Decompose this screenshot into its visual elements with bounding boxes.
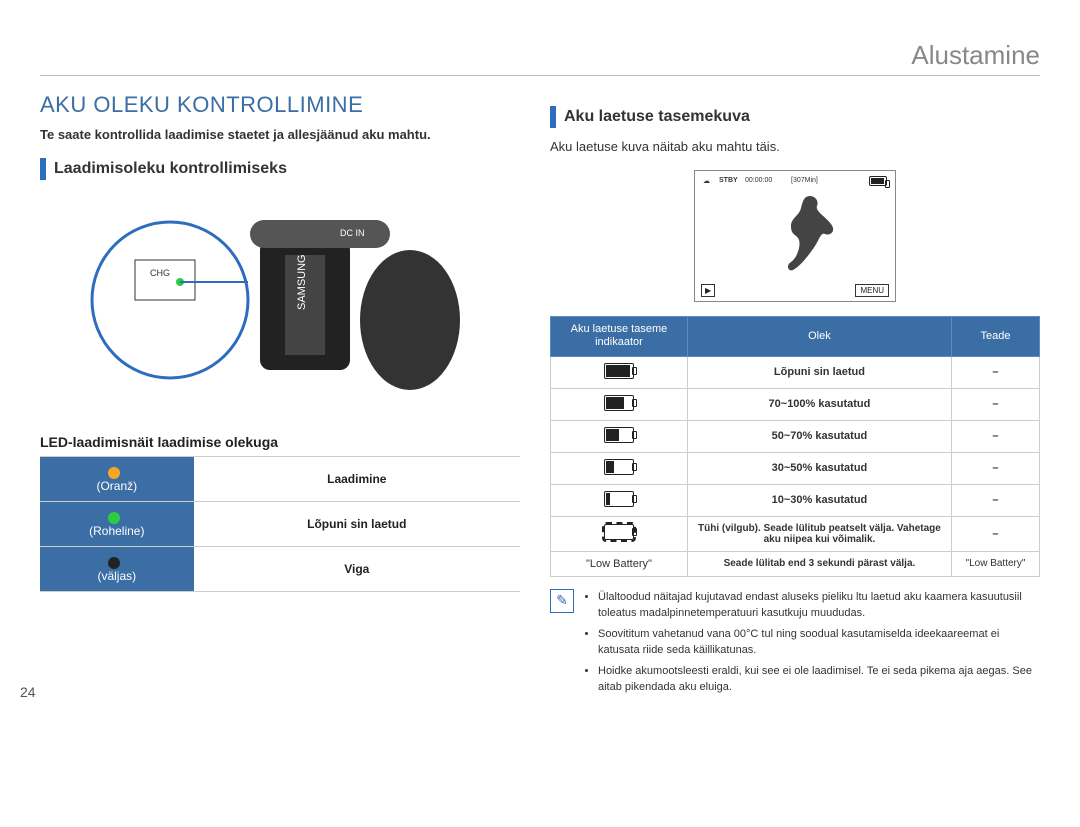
table-row: "Low Battery" Seade lülitab end 3 sekund… [551, 551, 1040, 576]
svg-text:CHG: CHG [150, 268, 170, 278]
chapter-heading: Alustamine [40, 40, 1040, 71]
intro-right: Aku laetuse kuva näitab aku mahtu täis. [550, 138, 1040, 156]
led-off-icon [108, 557, 120, 569]
sub-heading-left-label: Laadimisoleku kontrollimiseks [54, 160, 287, 178]
list-item: Hoidke akumootsleesti eraldi, kui see ei… [598, 663, 1040, 696]
battery-full-icon [604, 363, 634, 379]
th-status: Olek [687, 317, 951, 356]
led-caption: LED-laadimisnäit laadimise olekuga [40, 434, 520, 450]
table-row: (Roheline) Lõpuni sin laetud [40, 502, 520, 547]
battery-50-icon [604, 427, 634, 443]
led-table: (Oranž) Laadimine (Roheline) Lõpuni sin … [40, 457, 520, 592]
menu-button-label: MENU [855, 284, 889, 297]
table-row: 50~70% kasutatud – [551, 420, 1040, 452]
list-item: Ülaltoodud näitajad kujutavad endast alu… [598, 589, 1040, 622]
list-item: Soovititum vahetanud vana 00°C tul ning … [598, 626, 1040, 659]
th-indicator: Aku laetuse taseme indikaator [551, 317, 688, 356]
note-icon: ✎ [550, 589, 574, 613]
skater-silhouette-icon [785, 193, 855, 273]
battery-icon [869, 176, 887, 188]
th-msg: Teade [951, 317, 1039, 356]
table-row: 10~30% kasutatud – [551, 484, 1040, 516]
time-label: 00:00:00 [745, 177, 772, 184]
table-row: 70~100% kasutatud – [551, 388, 1040, 420]
page-title: AKU OLEKU KONTROLLIMINE [40, 92, 520, 118]
table-row: (väljas) Viga [40, 547, 520, 592]
cloud-icon: ☁ [703, 177, 710, 185]
heading-bar [40, 158, 46, 180]
stby-label: STBY [719, 177, 738, 184]
page-number: 24 [20, 684, 36, 700]
battery-30-icon [604, 459, 634, 475]
note-box: ✎ Ülaltoodud näitajad kujutavad endast a… [550, 589, 1040, 700]
battery-blink-icon [604, 524, 634, 540]
table-row: 30~50% kasutatud – [551, 452, 1040, 484]
divider [40, 75, 1040, 76]
lcd-screen-thumbnail: ☁ STBY 00:00:00 [307Min] ▶ MENU [694, 170, 896, 302]
led-status: Viga [194, 547, 520, 592]
table-row: Lõpuni sin laetud – [551, 356, 1040, 388]
note-list: Ülaltoodud näitajad kujutavad endast alu… [584, 589, 1040, 700]
svg-text:DC IN: DC IN [340, 228, 365, 238]
table-row: (Oranž) Laadimine [40, 457, 520, 502]
play-button-icon: ▶ [701, 284, 715, 297]
led-orange-icon [108, 467, 120, 479]
sub-heading-right: Aku laetuse tasemekuva [550, 106, 1040, 128]
battery-10-icon [604, 491, 634, 507]
led-status: Laadimine [194, 457, 520, 502]
svg-text:SAMSUNG: SAMSUNG [296, 255, 308, 311]
camera-diagram: CHG SAMSUNG DC IN [80, 190, 480, 420]
led-status: Lõpuni sin laetud [194, 502, 520, 547]
battery-70-icon [604, 395, 634, 411]
led-green-icon [108, 512, 120, 524]
sub-heading-left: Laadimisoleku kontrollimiseks [40, 158, 520, 180]
remain-label: [307Min] [791, 177, 818, 184]
table-row: Tühi (vilgub). Seade lülitub peatselt vä… [551, 516, 1040, 551]
heading-bar [550, 106, 556, 128]
sub-heading-right-label: Aku laetuse tasemekuva [564, 108, 750, 126]
intro-text: Te saate kontrollida laadimise staetet j… [40, 126, 520, 144]
battery-table: Aku laetuse taseme indikaator Olek Teade… [550, 316, 1040, 576]
